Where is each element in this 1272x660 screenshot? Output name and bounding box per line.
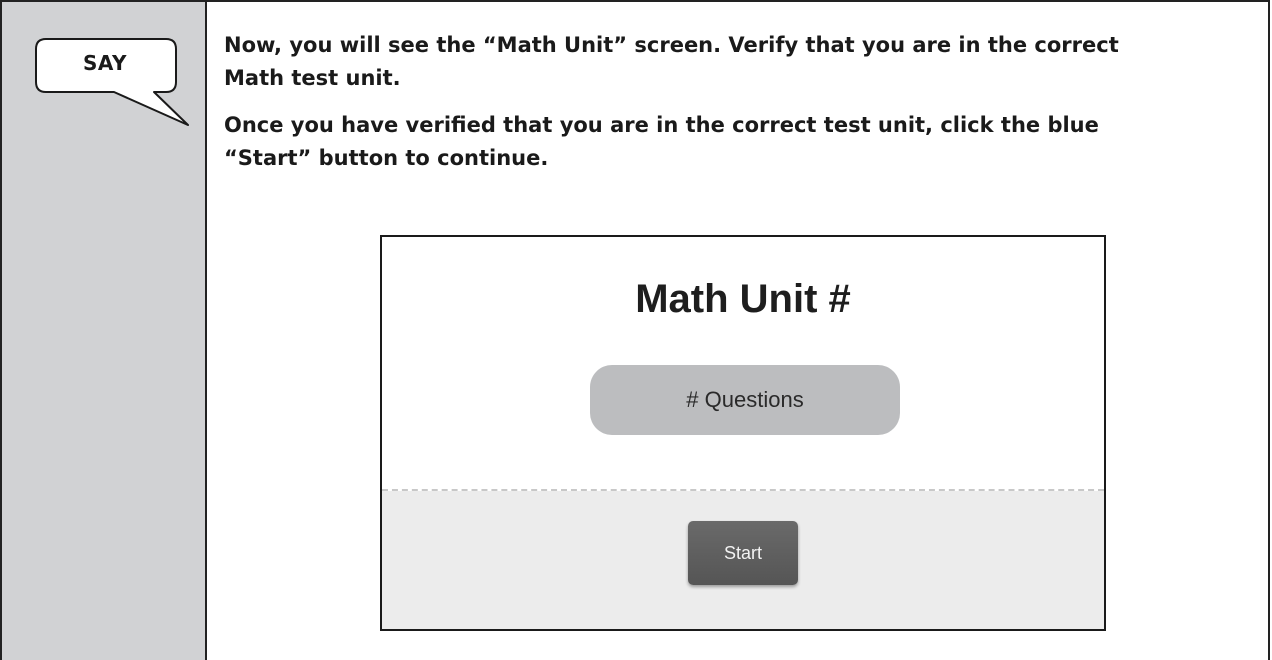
math-unit-screen-screenshot: Math Unit # # Questions Start — [380, 235, 1106, 631]
instruction-paragraph-1: Now, you will see the “Math Unit” screen… — [224, 33, 1119, 90]
say-label: SAY — [83, 51, 127, 75]
questions-count-badge: # Questions — [590, 365, 900, 435]
instruction-box: SAY Now, you will see the “Math Unit” sc… — [0, 0, 1270, 660]
instruction-paragraph-2: Once you have verified that you are in t… — [224, 113, 1099, 170]
instruction-content: Now, you will see the “Math Unit” screen… — [207, 2, 1268, 660]
say-sidebar: SAY — [2, 2, 207, 660]
math-unit-title: Math Unit # — [635, 277, 851, 321]
page: SAY Now, you will see the “Math Unit” sc… — [0, 0, 1272, 660]
start-button[interactable]: Start — [688, 521, 798, 585]
screen-header-area — [382, 237, 1104, 490]
